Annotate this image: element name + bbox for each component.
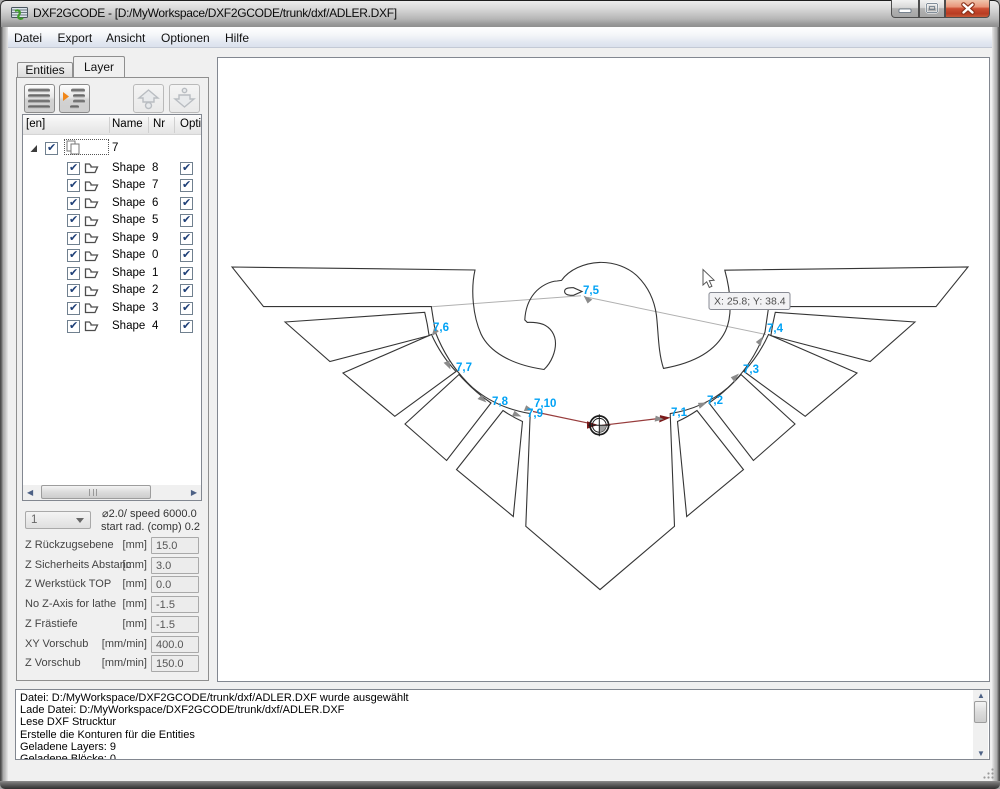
svg-text:7,5: 7,5: [583, 285, 600, 297]
svg-text:7,8: 7,8: [492, 396, 509, 408]
svg-text:X: 25.8; Y: 38.4: X: 25.8; Y: 38.4: [714, 296, 786, 308]
svg-text:7,1: 7,1: [671, 407, 688, 419]
svg-text:7,3: 7,3: [743, 364, 759, 376]
svg-text:7,6: 7,6: [433, 322, 449, 334]
svg-text:7,7: 7,7: [456, 362, 472, 374]
svg-text:7,2: 7,2: [707, 395, 723, 407]
svg-text:7,4: 7,4: [767, 323, 784, 335]
svg-text:7,9: 7,9: [527, 408, 543, 420]
